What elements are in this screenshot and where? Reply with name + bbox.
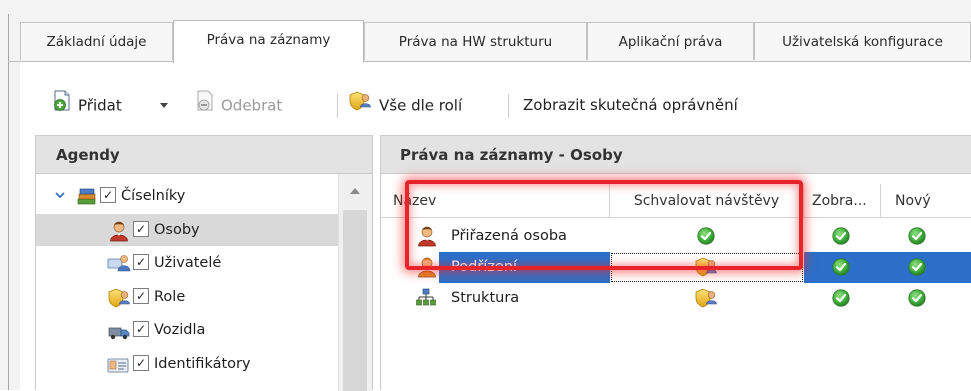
table-row[interactable]: Přiřazená osoba [381, 221, 971, 252]
tree-checkbox[interactable]: ✓ [100, 187, 116, 203]
green-check-icon [832, 289, 850, 307]
prava-panel: Práva na záznamy - Osoby Název Schvalova… [380, 135, 971, 390]
tab-strip: Základní údaje Práva na záznamy Práva na… [20, 20, 971, 63]
window-border [8, 14, 9, 390]
remove-button[interactable]: Odebrat [195, 90, 282, 120]
role-shield-icon [693, 287, 719, 309]
schvalovat-cell[interactable] [610, 221, 804, 252]
row-label: Struktura [451, 290, 520, 306]
subordinate-person-icon [416, 252, 438, 283]
scrollbar-thumb[interactable] [343, 210, 367, 391]
tree-item-vozidla[interactable]: ✓ Vozidla [36, 314, 338, 346]
tree-checkbox[interactable]: ✓ [133, 355, 149, 371]
grid-header-row: Název Schvalovat návštěvy Zobra... Nový [381, 184, 971, 218]
tree-item-role[interactable]: ✓ Role [36, 281, 338, 313]
toolbar-separator [508, 94, 509, 118]
column-header-nazev[interactable]: Název [381, 184, 610, 218]
tree-item-uzivatele[interactable]: ✓ Uživatelé [36, 247, 338, 279]
prava-title: Práva na záznamy - Osoby [400, 146, 623, 164]
green-check-icon [908, 227, 926, 245]
add-dropdown-button[interactable] [160, 90, 168, 120]
tab-prava-na-zaznamy[interactable]: Práva na záznamy [173, 20, 364, 63]
novy-cell[interactable] [881, 221, 971, 252]
tree-item-label: Role [154, 289, 186, 305]
id-card-icon [107, 354, 129, 376]
tab-underline [8, 61, 971, 62]
add-button-label: Přidat [78, 96, 122, 115]
novy-cell[interactable] [881, 252, 971, 283]
green-check-icon [908, 289, 926, 307]
tree-checkbox[interactable]: ✓ [133, 321, 149, 337]
row-label: Přiřazená osoba [451, 228, 567, 244]
tree-item-osoby[interactable]: ✓ Osoby [36, 214, 338, 246]
tree-checkbox[interactable]: ✓ [133, 288, 149, 304]
tree-item-label: Identifikátory [154, 356, 251, 372]
column-header-novy[interactable]: Nový [881, 184, 971, 218]
all-by-roles-button[interactable]: Vše dle rolí [347, 90, 462, 120]
tab-aplikacni-prava[interactable]: Aplikační práva [587, 22, 754, 60]
agendy-panel: Agendy ✓ Číselníky ✓ Osoby ✓ Uživatelé ✓… [35, 135, 373, 391]
novy-cell[interactable] [881, 283, 971, 314]
chevron-down-icon[interactable] [54, 189, 66, 201]
schvalovat-cell[interactable] [610, 283, 804, 314]
tab-prava-na-hw-strukturu[interactable]: Práva na HW strukturu [364, 22, 587, 60]
books-icon [76, 186, 98, 208]
person-icon [108, 220, 130, 242]
tree-item-label: Uživatelé [154, 255, 222, 271]
tab-uzivatelska-konfigurace[interactable]: Uživatelská konfigurace [754, 22, 971, 60]
green-check-icon [908, 258, 926, 276]
tree-checkbox[interactable]: ✓ [133, 254, 149, 270]
vehicle-icon [107, 320, 130, 342]
tab-zakladni-udaje[interactable]: Základní údaje [20, 22, 173, 60]
table-row[interactable]: Struktura [381, 283, 971, 314]
zobrazit-cell[interactable] [804, 283, 881, 314]
column-header-zobrazit[interactable]: Zobra... [804, 184, 881, 218]
add-button[interactable]: Přidat [52, 90, 122, 120]
green-check-icon [832, 258, 850, 276]
scroll-up-icon[interactable] [350, 188, 360, 194]
toolbar: Přidat Odebrat Vše dle rolí Zobrazit sku… [20, 80, 971, 130]
show-actual-permissions-button[interactable]: Zobrazit skutečná oprávnění [523, 90, 738, 120]
role-shield-icon [347, 90, 373, 122]
column-header-schvalovat[interactable]: Schvalovat návštěvy [610, 184, 804, 218]
remove-button-label: Odebrat [221, 96, 283, 115]
chevron-down-icon [160, 103, 168, 108]
agendy-header: Agendy [36, 136, 372, 174]
schvalovat-cell[interactable] [610, 252, 804, 283]
zobrazit-cell[interactable] [804, 252, 881, 283]
tree-checkbox[interactable]: ✓ [133, 221, 149, 237]
table-row[interactable]: Podřízení [381, 252, 971, 283]
org-structure-icon [416, 283, 438, 314]
users-icon [107, 253, 131, 275]
toolbar-separator [337, 94, 338, 118]
prava-header: Práva na záznamy - Osoby [381, 136, 971, 174]
row-label: Podřízení [451, 259, 518, 275]
green-check-icon [697, 227, 715, 245]
role-shield-icon [693, 256, 719, 278]
tree-item-identifikatory[interactable]: ✓ Identifikátory [36, 348, 338, 380]
tree-item-label: Vozidla [154, 322, 206, 338]
tree-item-ciselniky[interactable]: ✓ Číselníky [36, 180, 338, 212]
remove-document-icon [195, 90, 215, 122]
zobrazit-cell[interactable] [804, 221, 881, 252]
tree-item-label: Číselníky [121, 188, 186, 204]
all-by-roles-label: Vše dle rolí [379, 96, 463, 115]
tree-item-label: Osoby [154, 222, 200, 238]
person-icon [416, 221, 438, 252]
green-check-icon [832, 227, 850, 245]
agendy-title: Agendy [56, 146, 120, 164]
add-document-icon [52, 90, 72, 122]
tree-scrollbar[interactable] [338, 174, 372, 391]
role-shield-icon [106, 287, 132, 309]
